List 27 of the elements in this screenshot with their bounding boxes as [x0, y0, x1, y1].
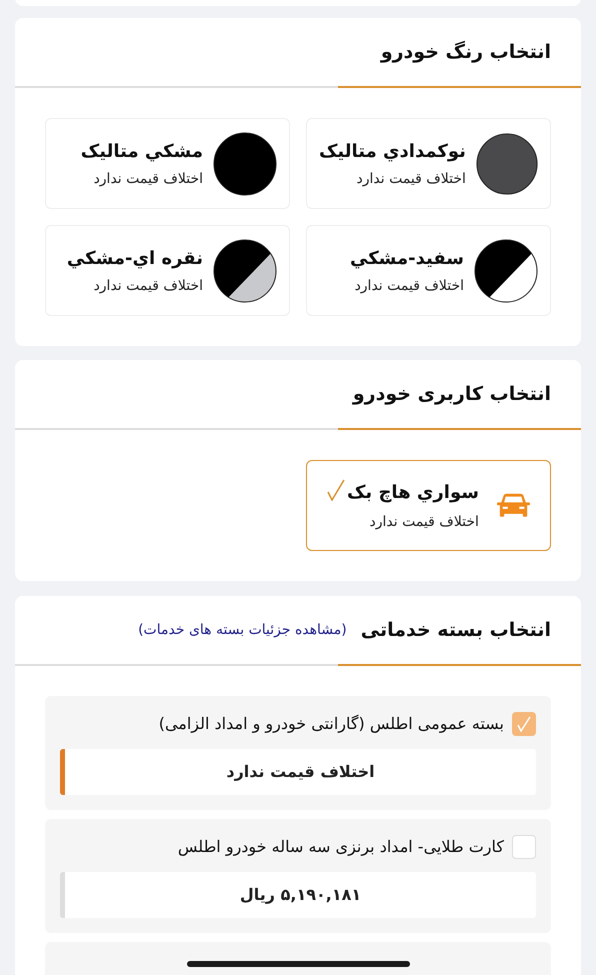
color-swatch — [474, 238, 538, 302]
checkbox[interactable] — [512, 835, 536, 859]
check-icon — [327, 478, 345, 500]
package-price: اختلاف قیمت ندارد — [226, 761, 375, 783]
color-name: سفيد-مشکي — [350, 246, 464, 270]
color-name: نوکمدادي متاليک — [319, 140, 466, 164]
price-note: اختلاف قيمت ندارد — [92, 170, 203, 188]
price-note: اختلاف قيمت ندارد — [368, 512, 479, 532]
price-note: اختلاف قيمت ندارد — [354, 276, 464, 296]
color-option[interactable]: نقره اي-مشکي اختلاف قيمت ندارد — [45, 225, 290, 316]
color-name: نقره اي-مشکي — [66, 246, 203, 270]
usage-option[interactable]: سواري هاچ بک اختلاف قيمت ندارد — [306, 460, 551, 551]
color-option[interactable]: نوکمدادي متاليک اختلاف قيمت ندارد — [306, 118, 551, 209]
price-note: اختلاف قيمت ندارد — [92, 276, 203, 296]
section-title: انتخاب رنگ خودرو — [380, 40, 551, 65]
checkbox[interactable] — [512, 712, 536, 736]
package-label: بسته عمومی اطلس (گارانتی خودرو و امداد الزامی) — [158, 713, 504, 735]
package-price: ۵,۱۹۰,۱۸۱ ریال — [240, 884, 362, 906]
details-link[interactable]: (مشاهده جزئیات بسته های خدمات) — [138, 620, 347, 640]
color-name: مشکي متاليک — [80, 140, 203, 164]
usage-name: سواري هاچ بک — [347, 480, 479, 504]
color-option[interactable]: سفيد-مشکي اختلاف قيمت ندارد — [306, 225, 551, 316]
color-option[interactable]: مشکي متاليک اختلاف قيمت ندارد — [45, 118, 290, 209]
section-title: انتخاب کاربری خودرو — [352, 382, 551, 407]
price-note: اختلاف قيمت ندارد — [356, 170, 466, 188]
section-title: انتخاب بسته خدماتی — [360, 618, 551, 643]
package-label: کارت طلایی- امداد برنزی سه ساله خودرو اطلس — [178, 836, 504, 858]
